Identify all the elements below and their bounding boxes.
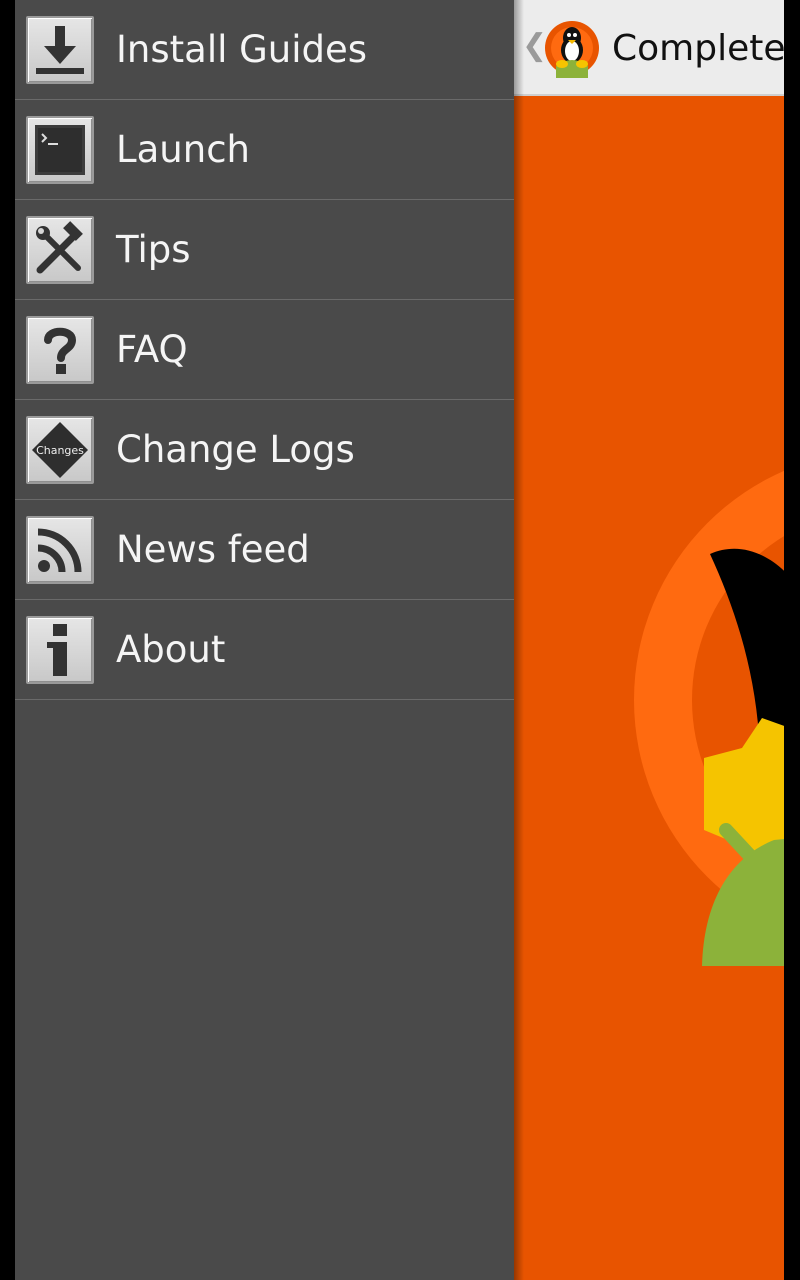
menu-label: News feed [116,528,310,571]
menu-label: Tips [116,228,191,271]
screen: Install Guides Launch Tips FAQ Changes C… [0,0,800,1280]
question-icon [26,316,94,384]
navigation-drawer: Install Guides Launch Tips FAQ Changes C… [15,0,514,1280]
hero-logo-icon [634,470,784,966]
action-bar: ❮ Complete L [514,0,784,96]
terminal-icon [26,116,94,184]
menu-item-launch[interactable]: Launch [15,100,514,200]
menu-item-tips[interactable]: Tips [15,200,514,300]
download-icon [26,16,94,84]
menu-item-faq[interactable]: FAQ [15,300,514,400]
menu-item-news-feed[interactable]: News feed [15,500,514,600]
rss-icon [26,516,94,584]
menu-label: Launch [116,128,250,171]
app-title: Complete L [612,28,784,69]
menu-label: Install Guides [116,28,368,71]
menu-item-about[interactable]: About [15,600,514,700]
tools-icon [26,216,94,284]
changes-icon: Changes [26,416,94,484]
menu-item-change-logs[interactable]: Changes Change Logs [15,400,514,500]
menu-label: FAQ [116,328,188,371]
main-content: ❮ Complete L [514,0,784,1280]
linux-android-logo-icon[interactable] [544,18,600,78]
info-icon [26,616,94,684]
screen-edge [784,0,800,1280]
changes-icon-text: Changes [36,444,84,457]
menu-label: About [116,628,226,671]
menu-item-install-guides[interactable]: Install Guides [15,0,514,100]
menu-label: Change Logs [116,428,355,471]
